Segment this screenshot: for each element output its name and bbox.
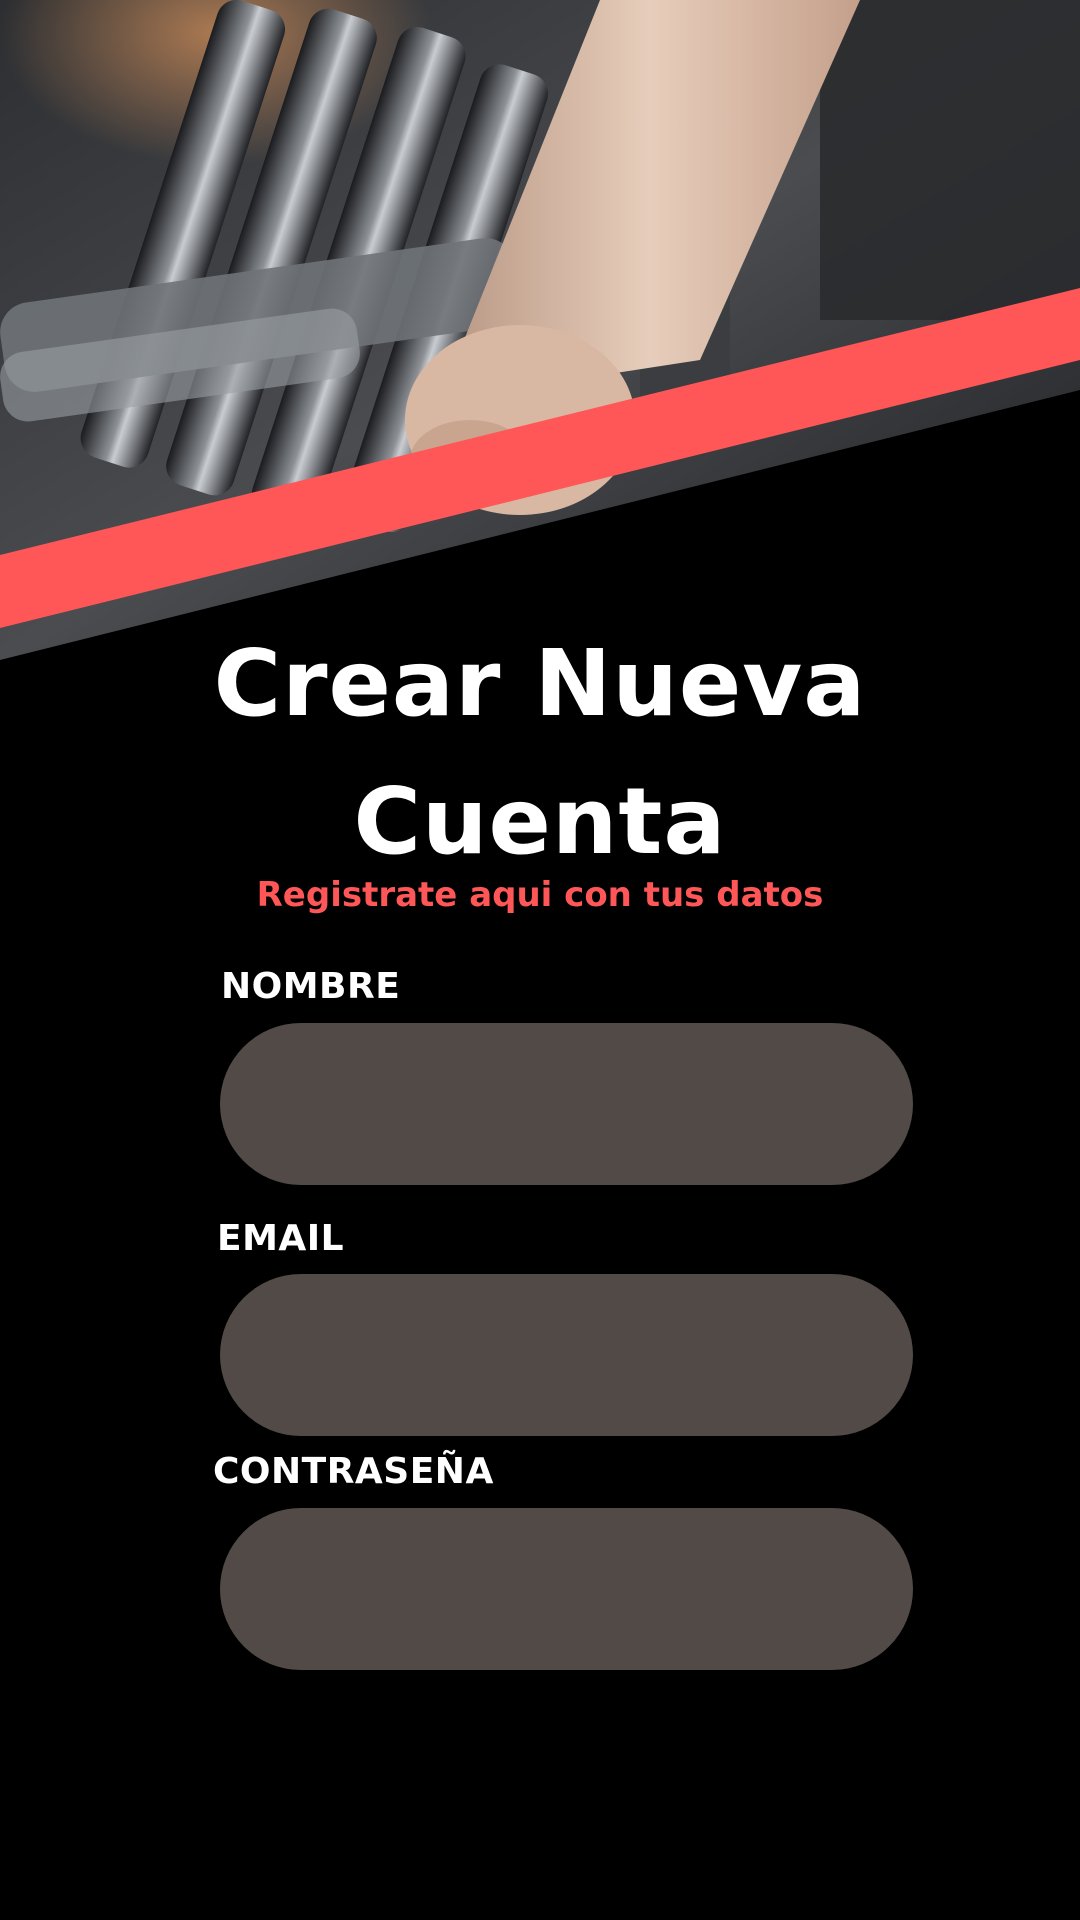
email-input[interactable] xyxy=(220,1274,913,1436)
header-image xyxy=(0,0,1080,660)
name-label: NOMBRE xyxy=(221,966,401,1007)
page-subtitle: Registrate aqui con tus datos xyxy=(256,875,824,915)
password-input[interactable] xyxy=(220,1508,913,1670)
title-line-1: Crear Nueva xyxy=(213,630,867,737)
email-label: EMAIL xyxy=(217,1218,345,1259)
gym-dumbbell-photo xyxy=(0,0,1080,660)
page-title: Crear Nueva Cuenta xyxy=(0,615,1080,891)
password-label: CONTRASEÑA xyxy=(213,1451,494,1492)
name-input[interactable] xyxy=(220,1023,913,1185)
